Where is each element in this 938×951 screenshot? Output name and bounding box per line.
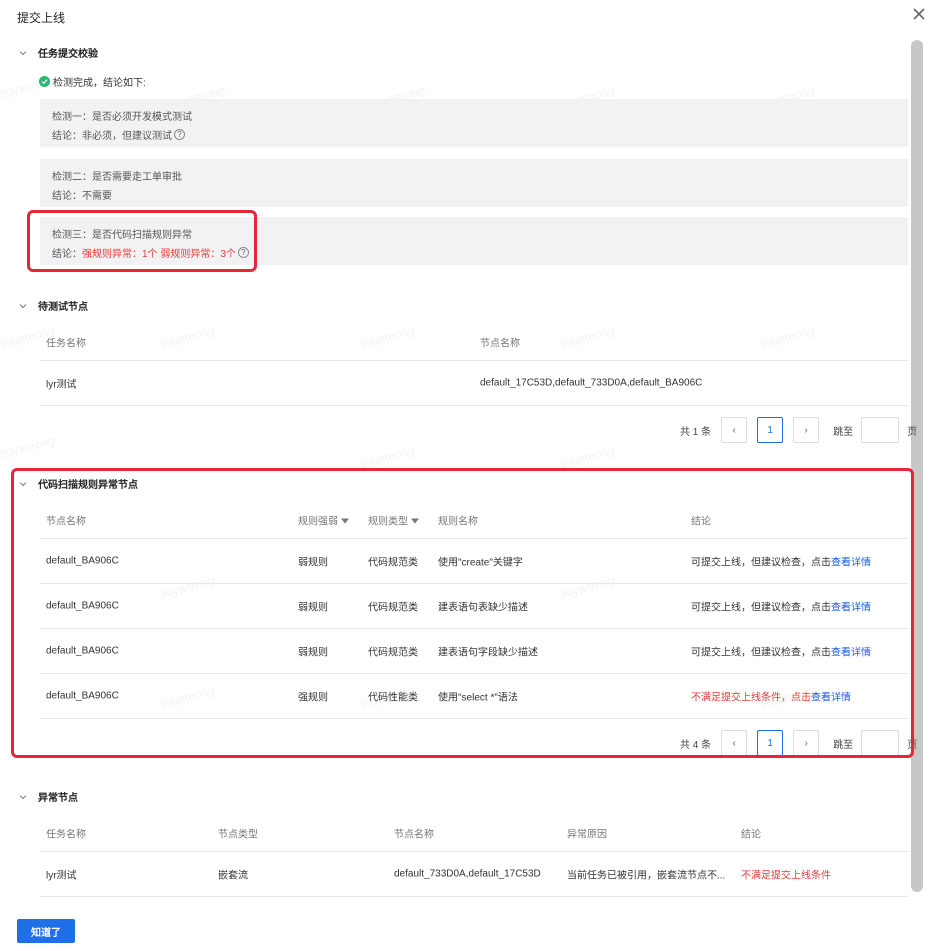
node-names: default_733D0A,default_17C53D (394, 868, 541, 880)
goto-page-input[interactable] (861, 417, 900, 443)
acknowledge-button[interactable]: 知道了 (17, 919, 75, 943)
check-label: 检测二：是否需要走工单审批 (52, 172, 182, 183)
check-label: 检测一：是否必须开发模式测试 (52, 112, 192, 123)
scrollbar[interactable] (911, 40, 923, 892)
conclusion-prefix: 结论： (52, 131, 82, 142)
prev-page-button[interactable]: ‹ (721, 417, 748, 443)
abnormal-nodes-table: 任务名称 节点类型 节点名称 异常原因 结论 lyr测试 嵌套流 default… (40, 814, 908, 897)
column-header: 节点名称 (480, 338, 520, 349)
dialog-title: 提交上线 (17, 11, 66, 25)
page-button[interactable]: 1 (757, 417, 784, 443)
check-circle-icon (39, 76, 50, 87)
chevron-down-icon (19, 303, 27, 308)
section-title: 待测试节点 (38, 302, 88, 313)
check-status-text: 检测完成，结论如下: (53, 78, 146, 89)
conclusion-text: 不需要 (82, 191, 112, 202)
section-title: 任务提交校验 (38, 49, 98, 60)
table-row: lyr测试 嵌套流 default_733D0A,default_17C53D … (40, 852, 908, 897)
chevron-down-icon (19, 794, 27, 799)
table-header: 任务名称 节点名称 (40, 323, 908, 361)
goto-label: 跳至 (833, 426, 854, 438)
column-header: 任务名称 (46, 829, 86, 840)
highlight-box (27, 210, 257, 272)
section-abnormal-header[interactable]: 异常节点 (18, 789, 78, 804)
check-item-2: 检测二：是否需要走工单审批 结论： 不需要 (40, 159, 908, 207)
check-item-1: 检测一：是否必须开发模式测试 结论： 非必须，但建议测试 ? (40, 99, 908, 147)
task-name: lyr测试 (46, 379, 77, 391)
chevron-down-icon (19, 50, 27, 55)
column-header: 异常原因 (567, 829, 607, 840)
total-count: 共 1 条 (680, 426, 712, 438)
pending-nodes-table: 任务名称 节点名称 lyr测试 default_17C53D,default_7… (40, 323, 908, 406)
close-icon[interactable] (912, 7, 926, 21)
next-page-button[interactable]: › (793, 417, 820, 443)
section-title: 异常节点 (38, 793, 78, 804)
conclusion-text: 非必须，但建议测试 (82, 131, 172, 142)
node-type: 嵌套流 (218, 870, 248, 882)
conclusion-prefix: 结论： (52, 191, 82, 202)
column-header: 结论 (741, 829, 761, 840)
column-header: 任务名称 (46, 338, 86, 349)
check-status: 检测完成，结论如下: (39, 74, 146, 89)
page-unit-label: 页 (907, 426, 918, 438)
highlight-box (11, 468, 914, 758)
table-row: lyr测试 default_17C53D,default_733D0A,defa… (40, 361, 908, 406)
column-header: 节点名称 (394, 829, 434, 840)
task-name: lyr测试 (46, 870, 77, 882)
pagination: 共 1 条 ‹ 1 › 跳至 页 (680, 417, 917, 443)
section-task-check-header[interactable]: 任务提交校验 (18, 45, 98, 60)
table-header: 任务名称 节点类型 节点名称 异常原因 结论 (40, 814, 908, 852)
abnormal-reason: 当前任务已被引用，嵌套流节点不... (567, 870, 726, 882)
section-pending-header[interactable]: 待测试节点 (18, 298, 88, 313)
node-names: default_17C53D,default_733D0A,default_BA… (480, 377, 703, 389)
column-header: 节点类型 (218, 829, 258, 840)
conclusion-text: 不满足提交上线条件 (741, 870, 831, 882)
help-icon[interactable]: ? (174, 129, 185, 140)
